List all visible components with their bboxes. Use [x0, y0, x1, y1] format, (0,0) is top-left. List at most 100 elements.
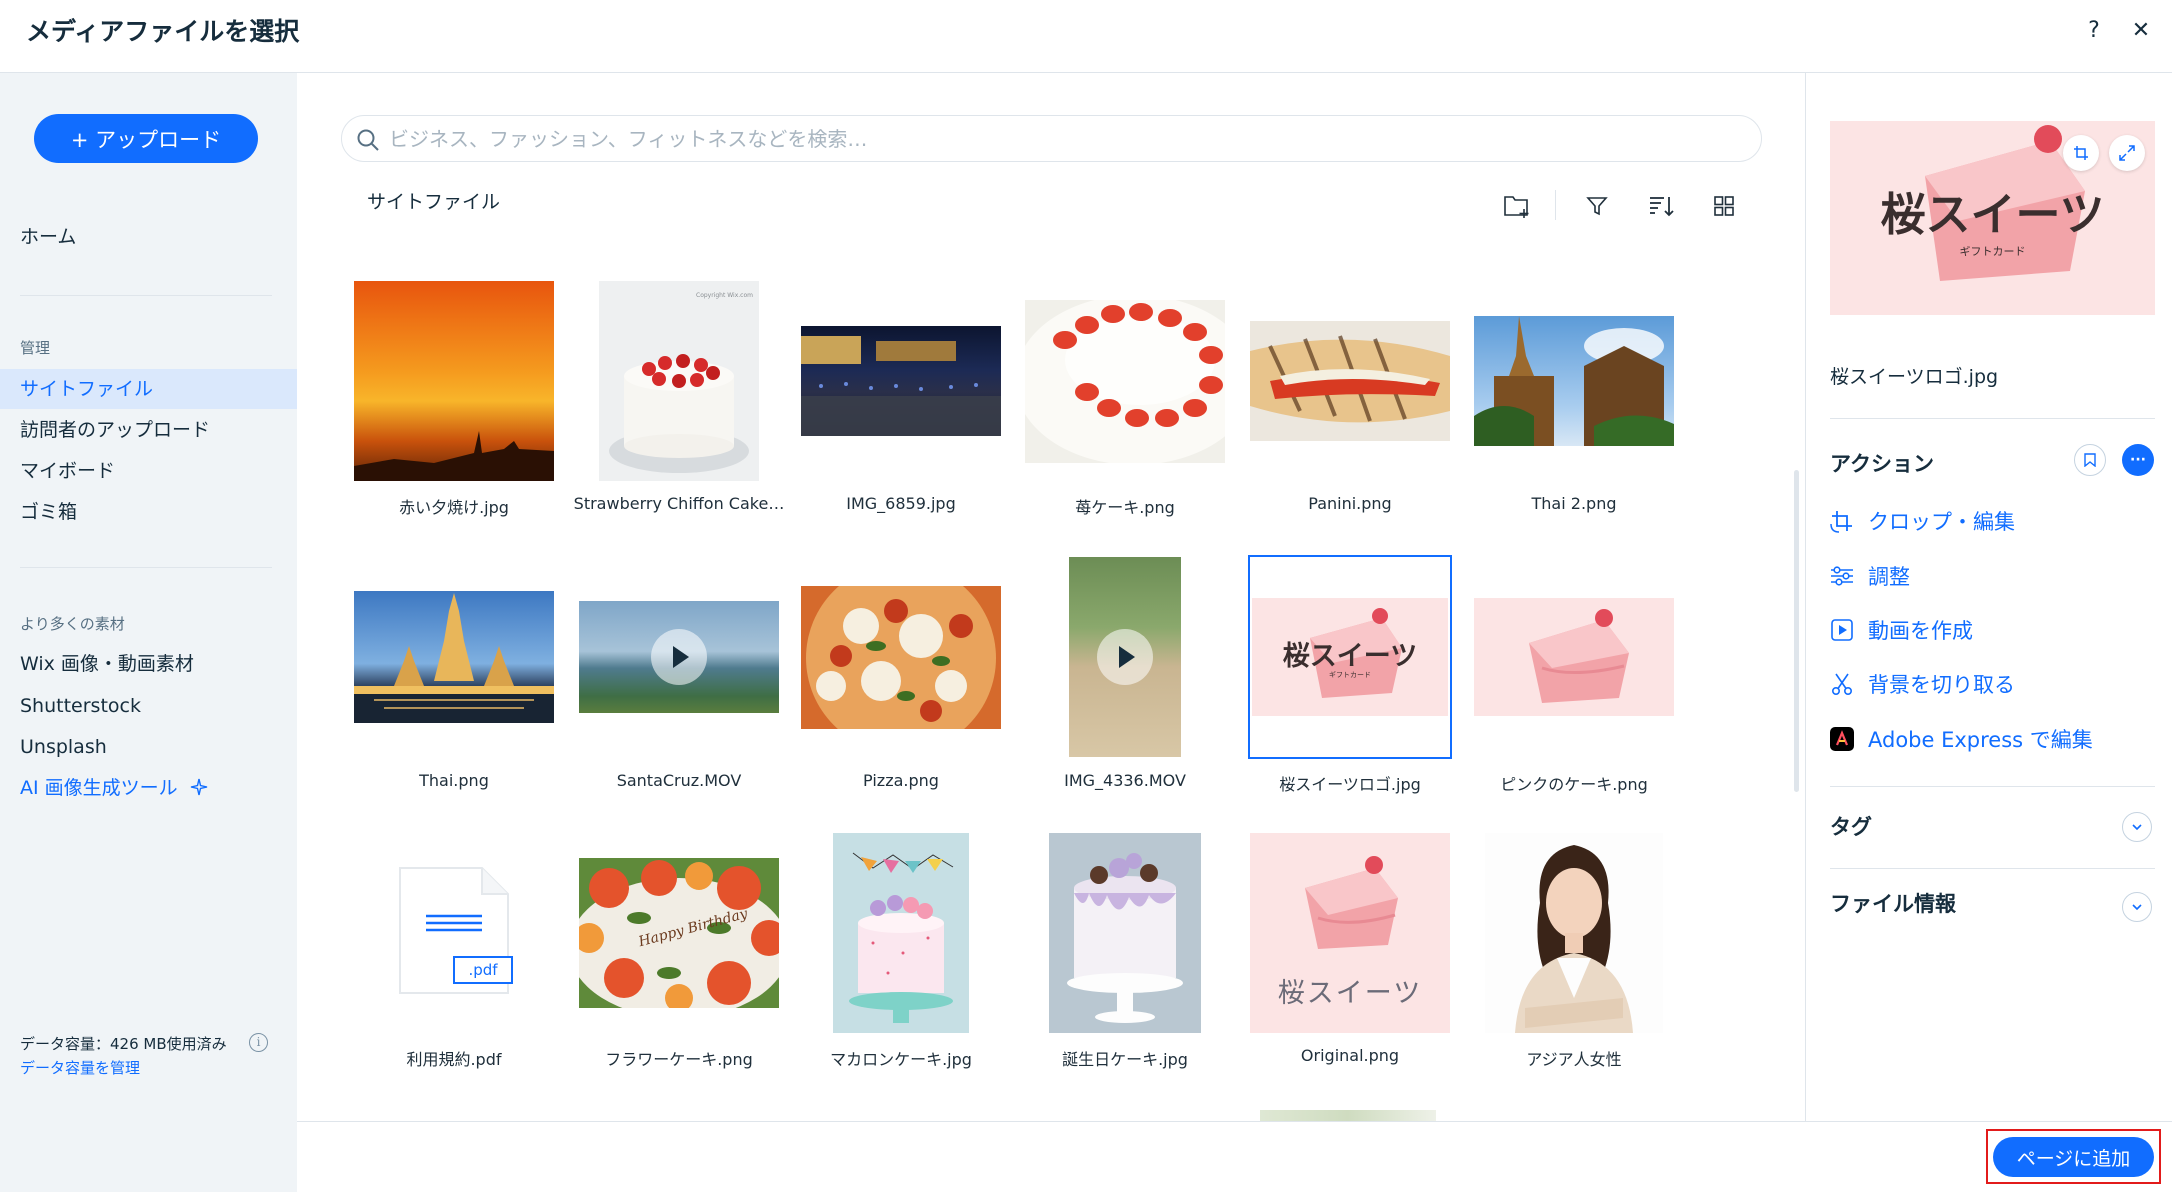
section-title: サイトファイル [367, 191, 501, 213]
thumbnail-image [1049, 833, 1201, 1033]
grid-view-button[interactable] [1706, 188, 1742, 224]
video-thumbnail [1069, 557, 1181, 757]
expand-preview-button[interactable] [2109, 135, 2145, 171]
search-input[interactable] [389, 116, 1749, 161]
sidebar-item-home[interactable]: ホーム [0, 217, 297, 257]
info-icon[interactable]: i [249, 1033, 268, 1052]
media-tile[interactable] [1025, 557, 1225, 757]
sliders-icon [1831, 566, 1853, 586]
search-icon [357, 129, 379, 151]
media-tile[interactable]: Happy Birthday [579, 833, 779, 1033]
sidebar-item-trash[interactable]: ゴミ箱 [0, 492, 297, 532]
thumbnail-image [354, 281, 554, 481]
action-crop-edit[interactable]: クロップ・編集 [1828, 504, 2015, 538]
action-create-video[interactable]: 動画を作成 [1828, 613, 1973, 647]
crop-icon [2074, 146, 2088, 160]
footer-divider [297, 1121, 2172, 1122]
action-label: 動画を作成 [1868, 619, 1973, 643]
media-tile[interactable] [801, 557, 1001, 757]
action-label: 調整 [1868, 565, 1910, 589]
media-tile-partial[interactable] [1260, 1110, 1436, 1121]
filter-button[interactable] [1579, 188, 1615, 224]
file-name: Strawberry Chiffon Cake… [573, 494, 785, 513]
search-bar [341, 115, 1762, 162]
file-name: Thai 2.png [1531, 494, 1617, 513]
sidebar-item-my-boards[interactable]: マイボード [0, 451, 297, 491]
expand-icon [2119, 145, 2135, 161]
file-name: Thai.png [419, 771, 489, 790]
sidebar-divider [20, 567, 272, 568]
media-tile[interactable] [1474, 833, 1674, 1033]
add-folder-icon [1504, 196, 1529, 218]
media-tile[interactable]: Copyright Wix.com [579, 281, 779, 481]
chevron-down-icon [2132, 824, 2142, 831]
crop-preview-button[interactable] [2063, 135, 2099, 171]
media-tile[interactable]: 桜スイーツ [1250, 833, 1450, 1033]
add-to-page-button[interactable]: ページに追加 [1993, 1137, 2154, 1177]
media-tile-selected[interactable]: 桜スイーツ ギフトカード [1248, 555, 1452, 759]
thumbnail-image [354, 591, 554, 723]
sidebar-item-visitor-uploads[interactable]: 訪問者のアップロード [0, 410, 297, 450]
bookmark-button[interactable] [2074, 444, 2106, 476]
media-tile[interactable] [801, 281, 1001, 481]
sort-button[interactable] [1643, 188, 1679, 224]
file-name: IMG_6859.jpg [846, 494, 956, 513]
action-remove-background[interactable]: 背景を切り取る [1828, 667, 2015, 701]
media-tile[interactable] [579, 557, 779, 757]
logo-text: 桜スイーツ [1282, 641, 1418, 672]
filter-icon [1586, 197, 1608, 216]
new-folder-button[interactable] [1499, 188, 1535, 224]
sidebar-item-wix-media[interactable]: Wix 画像・動画素材 [0, 644, 297, 684]
scrollbar[interactable] [1794, 470, 1799, 792]
sidebar-divider [20, 295, 272, 296]
video-thumbnail [579, 601, 779, 713]
dialog-title: メディアファイルを選択 [26, 17, 300, 46]
sidebar-item-unsplash[interactable]: Unsplash [0, 727, 297, 767]
file-info-expand-button[interactable] [2122, 892, 2152, 922]
more-actions-button[interactable]: ··· [2122, 444, 2154, 476]
sort-icon [1650, 197, 1674, 217]
sidebar-item-label: AI 画像生成ツール [20, 777, 178, 799]
sidebar-heading-more: より多くの素材 [20, 615, 125, 633]
media-tile[interactable] [1025, 281, 1225, 481]
media-tile[interactable] [1474, 557, 1674, 757]
crop-rotate-icon [1830, 511, 1852, 533]
file-info-heading: ファイル情報 [1830, 892, 1956, 916]
media-tile[interactable] [354, 557, 554, 757]
media-tile[interactable] [801, 833, 1001, 1033]
file-name: アジア人女性 [1526, 1050, 1622, 1069]
play-icon [651, 629, 707, 685]
action-label: 背景を切り取る [1868, 673, 2015, 697]
tags-heading: タグ [1830, 815, 1872, 839]
file-name: 桜スイーツロゴ.jpg [1279, 775, 1421, 794]
media-tile[interactable] [1474, 281, 1674, 481]
action-adobe-express[interactable]: Adobe Express で編集 [1828, 722, 2093, 756]
sidebar-item-ai-generator[interactable]: AI 画像生成ツール [0, 768, 208, 808]
tags-expand-button[interactable] [2122, 812, 2152, 842]
media-tile[interactable] [1025, 833, 1225, 1033]
close-button[interactable]: ✕ [2123, 12, 2159, 48]
thumbnail-image [1474, 598, 1674, 716]
panel-divider [1830, 786, 2155, 787]
help-button[interactable]: ? [2076, 12, 2112, 48]
media-tile[interactable]: .pdf [354, 833, 554, 1033]
logo-text: 桜スイーツ [1277, 978, 1423, 1009]
close-icon: ✕ [2131, 17, 2151, 43]
manage-storage-link[interactable]: データ容量を管理 [20, 1057, 140, 1078]
file-name: フラワーケーキ.png [605, 1050, 753, 1069]
sidebar-item-site-files[interactable]: サイトファイル [0, 369, 297, 409]
action-label: Adobe Express で編集 [1868, 728, 2093, 752]
media-tile[interactable] [1250, 281, 1450, 481]
sidebar: + アップロード ホーム 管理 サイトファイル 訪問者のアップロード マイボード… [0, 73, 297, 1192]
sidebar-item-shutterstock[interactable]: Shutterstock [0, 686, 297, 726]
thumbnail-image [1025, 299, 1225, 463]
action-adjust[interactable]: 調整 [1828, 559, 1910, 593]
more-icon: ··· [2130, 452, 2146, 468]
media-tile[interactable] [354, 281, 554, 481]
scissors-icon [1831, 673, 1853, 696]
chevron-down-icon [2132, 904, 2142, 911]
panel-divider [1830, 418, 2155, 419]
upload-button[interactable]: + アップロード [34, 114, 258, 163]
grid-icon [1714, 196, 1734, 216]
thumbnail-image: 桜スイーツ [1250, 833, 1450, 1033]
